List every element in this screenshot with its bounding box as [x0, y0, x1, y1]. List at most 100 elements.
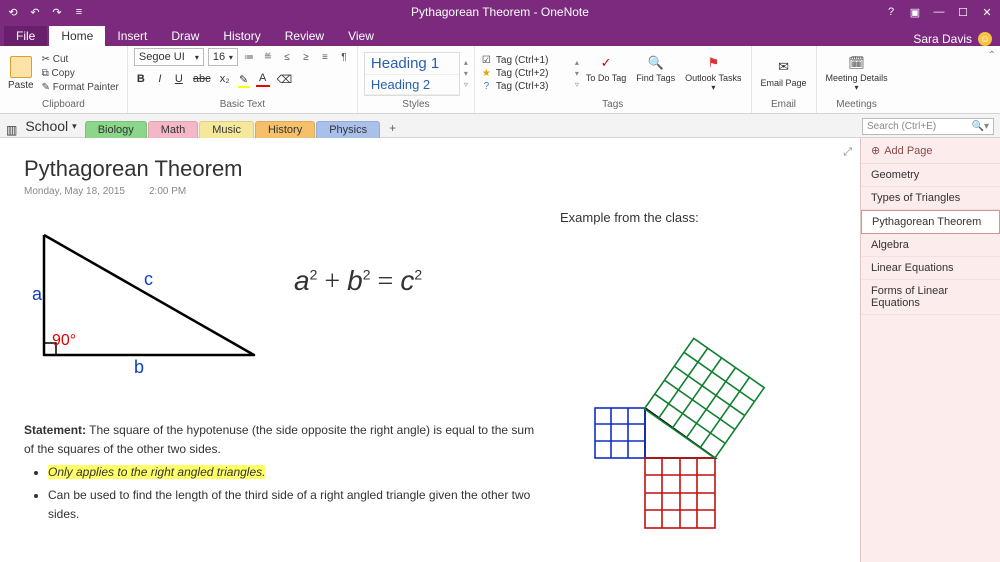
format-painter-button[interactable]: ✎ Format Painter: [40, 81, 121, 94]
section-math[interactable]: Math: [148, 121, 198, 138]
copy-button[interactable]: ⧉ Copy: [40, 67, 121, 80]
window-title: Pythagorean Theorem - OneNote: [411, 5, 589, 19]
email-group-label: Email: [758, 99, 810, 111]
tag-2[interactable]: ★Tag (Ctrl+2): [481, 67, 571, 80]
section-music[interactable]: Music: [199, 121, 254, 138]
user-area[interactable]: Sara Davis ☺: [913, 32, 1000, 46]
font-name-select[interactable]: Segoe UI ▾: [134, 48, 204, 66]
page-canvas[interactable]: ⤢ Pythagorean Theorem Monday, May 18, 20…: [0, 138, 860, 562]
add-page-button[interactable]: ⊕Add Page: [861, 138, 1000, 164]
tab-file[interactable]: File: [4, 26, 47, 46]
fullscreen-icon[interactable]: ⤢: [843, 146, 852, 159]
style-heading1[interactable]: Heading 1: [365, 53, 459, 75]
flag-icon: ⚑: [704, 54, 722, 72]
email-icon: ✉: [775, 59, 793, 77]
outdent-button[interactable]: ≤: [280, 50, 294, 64]
page-title[interactable]: Pythagorean Theorem: [24, 156, 836, 182]
section-physics[interactable]: Physics: [316, 121, 380, 138]
italic-button[interactable]: I: [153, 72, 167, 86]
styles-down-icon[interactable]: ▾: [464, 69, 468, 78]
outlook-tasks-button[interactable]: ⚑Outlook Tasks▾: [682, 52, 744, 95]
page-sidebar: ⊕Add Page Geometry Types of Triangles Py…: [860, 138, 1000, 562]
email-page-button[interactable]: ✉Email Page: [758, 57, 810, 91]
section-biology[interactable]: Biology: [85, 121, 147, 138]
checkbox-icon: ☑: [481, 55, 492, 66]
tab-insert[interactable]: Insert: [105, 26, 159, 46]
tab-draw[interactable]: Draw: [159, 26, 211, 46]
tags-up-icon[interactable]: ▴: [575, 58, 579, 67]
bullets-button[interactable]: ≔: [242, 50, 256, 64]
redo-icon[interactable]: ↷: [50, 5, 64, 19]
checkmark-icon: ✓: [597, 54, 615, 72]
titlebar: ⟲ ↶ ↷ ≡ Pythagorean Theorem - OneNote ? …: [0, 0, 1000, 24]
clear-formatting-button[interactable]: ⌫: [275, 72, 295, 87]
ribbon-options-icon[interactable]: ▣: [908, 5, 922, 19]
tag-3[interactable]: ?Tag (Ctrl+3): [481, 80, 571, 93]
tab-history[interactable]: History: [211, 26, 272, 46]
page-geometry[interactable]: Geometry: [861, 164, 1000, 187]
group-clipboard: Paste ✂ Cut ⧉ Copy ✎ Format Painter Clip…: [0, 46, 128, 113]
meeting-icon: 🗓: [848, 54, 866, 72]
tab-review[interactable]: Review: [273, 26, 336, 46]
undo-icon[interactable]: ↶: [28, 5, 42, 19]
svg-text:b: b: [134, 357, 144, 377]
page-algebra[interactable]: Algebra: [861, 234, 1000, 257]
bullet-2: Can be used to find the length of the th…: [48, 488, 530, 521]
notebook-icon[interactable]: ▥: [6, 123, 17, 137]
page-types-triangles[interactable]: Types of Triangles: [861, 187, 1000, 210]
star-icon: ★: [481, 68, 492, 79]
help-icon[interactable]: ?: [884, 5, 898, 19]
clipboard-group-label: Clipboard: [6, 99, 121, 111]
minimize-icon[interactable]: —: [932, 5, 946, 19]
strikethrough-button[interactable]: abc: [191, 72, 213, 86]
align-button[interactable]: ≡: [318, 50, 332, 64]
find-tags-button[interactable]: 🔍Find Tags: [633, 52, 678, 95]
subscript-button[interactable]: x₂: [218, 72, 232, 86]
tab-home[interactable]: Home: [49, 26, 105, 46]
tags-group-label: Tags: [481, 99, 745, 111]
font-color-button[interactable]: A: [256, 71, 270, 87]
style-heading2[interactable]: Heading 2: [365, 75, 459, 95]
paragraph-button[interactable]: ¶: [337, 50, 351, 64]
tab-view[interactable]: View: [336, 26, 386, 46]
page-pythagorean[interactable]: Pythagorean Theorem: [861, 210, 1000, 234]
todo-tag-button[interactable]: ✓To Do Tag: [583, 52, 629, 95]
underline-button[interactable]: U: [172, 72, 186, 86]
page-date: Monday, May 18, 2015: [24, 186, 125, 197]
paste-label: Paste: [8, 80, 34, 91]
tag-1[interactable]: ☑Tag (Ctrl+1): [481, 54, 571, 67]
collapse-ribbon-icon[interactable]: ⌃: [984, 46, 1000, 113]
triangle-svg: a b c 90°: [24, 215, 274, 385]
statement-block[interactable]: Statement: The square of the hypotenuse …: [24, 421, 544, 524]
styles-up-icon[interactable]: ▴: [464, 58, 468, 67]
section-history[interactable]: History: [255, 121, 315, 138]
font-size-select[interactable]: 16 ▾: [208, 48, 238, 66]
maximize-icon[interactable]: ☐: [956, 5, 970, 19]
notebook-dropdown[interactable]: School ▾: [21, 118, 84, 137]
page-time: 2:00 PM: [149, 186, 186, 197]
qat-dropdown-icon[interactable]: ≡: [72, 5, 86, 19]
add-section-button[interactable]: +: [381, 119, 404, 137]
plus-icon: ⊕: [871, 144, 880, 157]
back-icon[interactable]: ⟲: [6, 5, 20, 19]
question-icon: ?: [481, 81, 492, 92]
tags-expand-icon[interactable]: ▿: [575, 80, 579, 89]
page-linear-eq[interactable]: Linear Equations: [861, 257, 1000, 280]
search-input[interactable]: Search (Ctrl+E) 🔍▾: [862, 118, 994, 135]
group-basic-text: Segoe UI ▾ 16 ▾ ≔ ≝ ≤ ≥ ≡ ¶ B I U: [128, 46, 358, 113]
ribbon-tabs: File Home Insert Draw History Review Vie…: [0, 24, 1000, 46]
example-drawing: [540, 228, 840, 548]
highlight-button[interactable]: ✎: [237, 72, 251, 87]
indent-button[interactable]: ≥: [299, 50, 313, 64]
page-forms-linear[interactable]: Forms of Linear Equations: [861, 280, 1000, 315]
styles-expand-icon[interactable]: ▿: [464, 80, 468, 89]
numbering-button[interactable]: ≝: [261, 50, 275, 64]
paste-button[interactable]: Paste: [6, 54, 36, 93]
meeting-details-button[interactable]: 🗓Meeting Details▾: [823, 52, 891, 95]
cut-button[interactable]: ✂ Cut: [40, 53, 121, 66]
group-email: ✉Email Page Email: [752, 46, 817, 113]
tags-down-icon[interactable]: ▾: [575, 69, 579, 78]
bold-button[interactable]: B: [134, 72, 148, 86]
close-icon[interactable]: ✕: [980, 5, 994, 19]
formula: a2 + b2 = c2: [294, 265, 422, 298]
